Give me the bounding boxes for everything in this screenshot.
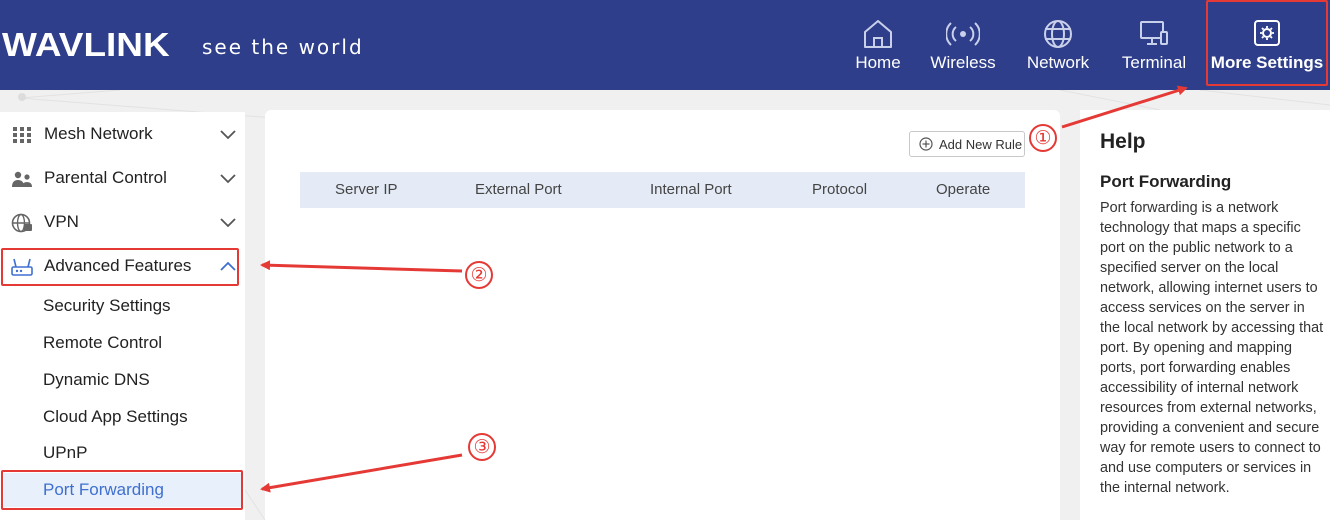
chevron-down-icon <box>220 218 236 228</box>
terminal-icon <box>1140 21 1168 45</box>
help-panel: Help Port Forwarding Port forwarding is … <box>1080 110 1330 520</box>
nav-home[interactable]: Home <box>848 0 908 90</box>
sidebar-item-dynamic-dns[interactable]: Dynamic DNS <box>4 363 242 397</box>
sidebar: Mesh Network Parental Control VPN Advanc… <box>0 112 245 520</box>
nav-network[interactable]: Network <box>1020 0 1096 90</box>
brand-tagline: see the world <box>202 35 364 59</box>
mesh-grid-icon <box>13 127 31 143</box>
top-header: WAVLINK see the world Home Wireless Netw… <box>0 0 1330 90</box>
nav-wireless[interactable]: Wireless <box>926 0 1000 90</box>
sidebar-item-port-forwarding[interactable]: Port Forwarding <box>4 473 242 507</box>
sidebar-group-label: VPN <box>44 212 79 231</box>
chevron-up-icon <box>220 261 236 271</box>
sidebar-item-label: Remote Control <box>43 333 163 352</box>
sidebar-group-vpn[interactable]: VPN <box>0 201 245 245</box>
annotation-step-2: ② <box>465 261 493 289</box>
sidebar-item-remote-control[interactable]: Remote Control <box>4 326 242 360</box>
chevron-down-icon <box>220 174 236 184</box>
sidebar-item-label: Dynamic DNS <box>43 370 150 389</box>
chevron-down-icon <box>220 130 236 140</box>
brand-logo[interactable]: WAVLINK see the world <box>2 26 362 63</box>
sidebar-group-advanced-features[interactable]: Advanced Features <box>0 245 245 289</box>
sidebar-group-label: Mesh Network <box>44 124 153 143</box>
brand-name: WAVLINK <box>2 26 170 63</box>
sidebar-group-label: Parental Control <box>44 168 167 187</box>
nav-network-label: Network <box>1026 53 1090 72</box>
home-icon <box>864 20 892 48</box>
advanced-features-icon <box>11 258 33 276</box>
nav-home-label: Home <box>855 53 901 72</box>
nav-terminal-label: Terminal <box>1121 53 1187 72</box>
column-header-operate: Operate <box>936 181 991 198</box>
column-header-protocol: Protocol <box>812 181 868 198</box>
column-header-server-ip: Server IP <box>335 181 398 198</box>
sidebar-item-label: Port Forwarding <box>43 480 164 499</box>
annotation-step-3: ③ <box>468 433 496 461</box>
table-header: Server IP External Port Internal Port Pr… <box>300 172 1025 208</box>
sidebar-item-upnp[interactable]: UPnP <box>4 436 242 470</box>
sidebar-item-label: Cloud App Settings <box>43 407 188 426</box>
nav-more-settings[interactable]: More Settings <box>1207 0 1327 90</box>
add-circle-icon <box>919 137 933 151</box>
sidebar-item-label: Security Settings <box>43 296 171 315</box>
help-title: Help <box>1100 130 1146 153</box>
help-body: Port forwarding is a network technology … <box>1100 200 1324 496</box>
sidebar-item-security-settings[interactable]: Security Settings <box>4 289 242 323</box>
column-header-internal-port: Internal Port <box>650 181 732 198</box>
nav-terminal[interactable]: Terminal <box>1116 0 1192 90</box>
sidebar-item-cloud-app-settings[interactable]: Cloud App Settings <box>4 400 242 434</box>
add-new-rule-label: Add New Rule <box>939 136 1023 152</box>
nav-more-settings-label: More Settings <box>1210 53 1324 72</box>
parental-icon <box>12 171 32 187</box>
annotation-step-1: ① <box>1029 124 1057 152</box>
main-panel: Add New Rule Server IP External Port Int… <box>265 110 1060 520</box>
sidebar-group-parental-control[interactable]: Parental Control <box>0 157 245 201</box>
globe-icon <box>1044 20 1072 48</box>
wireless-icon <box>946 22 980 46</box>
help-subtitle: Port Forwarding <box>1100 172 1232 191</box>
vpn-icon <box>11 213 32 233</box>
sidebar-group-mesh-network[interactable]: Mesh Network <box>0 113 245 157</box>
add-new-rule-button[interactable]: Add New Rule <box>909 131 1025 157</box>
sidebar-item-label: UPnP <box>43 443 88 462</box>
nav-wireless-label: Wireless <box>930 53 996 72</box>
sidebar-group-label: Advanced Features <box>44 256 192 275</box>
column-header-external-port: External Port <box>475 181 562 198</box>
settings-icon <box>1254 20 1280 46</box>
